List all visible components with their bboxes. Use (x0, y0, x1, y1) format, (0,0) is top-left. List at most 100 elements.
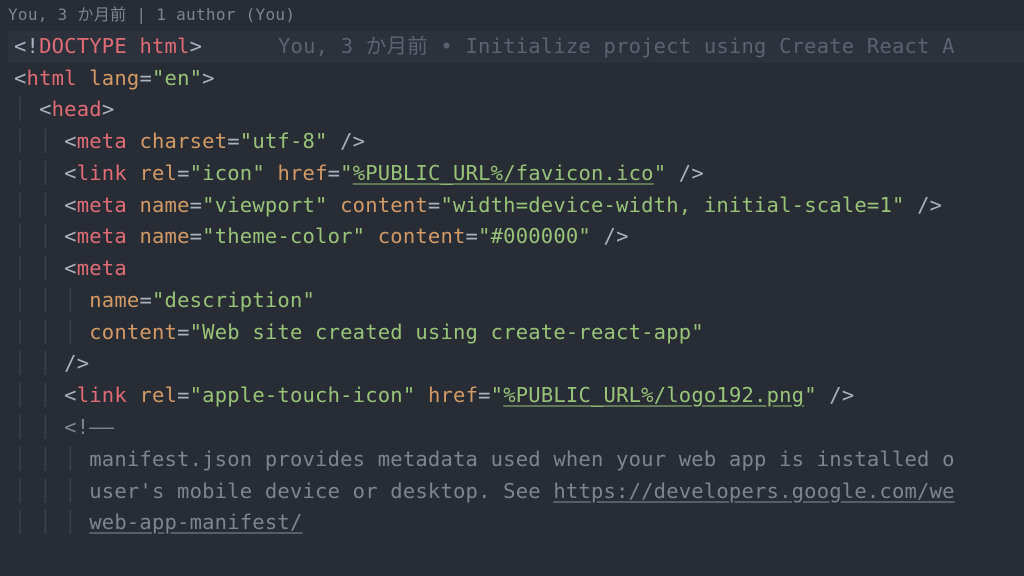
attr-value: "en" (152, 66, 202, 90)
code-line[interactable]: │ │ │ manifest.json provides metadata us… (8, 444, 1024, 476)
self-close: /> (817, 383, 855, 407)
indent-guide: │ │ (14, 161, 64, 185)
space (127, 161, 140, 185)
code-line[interactable]: │ │ <meta name="theme-color" content="#0… (8, 221, 1024, 253)
quote: " (491, 383, 504, 407)
tag-name: html (27, 66, 77, 90)
punct: < (64, 256, 77, 280)
space (415, 383, 428, 407)
tag-name: html (139, 34, 189, 58)
punct: > (102, 97, 115, 121)
eq: = (177, 383, 190, 407)
tag-name: link (77, 383, 127, 407)
space (77, 66, 90, 90)
code-line[interactable]: │ │ /> (8, 348, 1024, 380)
self-close: /> (666, 161, 704, 185)
code-line[interactable]: │ │ │ name="description" (8, 285, 1024, 317)
code-line[interactable]: │ │ │ content="Web site created using cr… (8, 317, 1024, 349)
indent-guide: │ │ │ (14, 288, 89, 312)
code-line[interactable]: │ │ <!—— (8, 412, 1024, 444)
eq: = (177, 161, 190, 185)
indent-guide: │ │ │ (14, 479, 89, 503)
punct: <! (14, 34, 39, 58)
attr-name: lang (89, 66, 139, 90)
tag-name: meta (77, 224, 127, 248)
quote: " (340, 161, 353, 185)
code-line[interactable]: │ │ <link rel="icon" href="%PUBLIC_URL%/… (8, 158, 1024, 190)
punct: > (190, 34, 203, 58)
indent-guide: │ (14, 97, 39, 121)
attr-name: content (378, 224, 466, 248)
comment-text: user's mobile device or desktop. See (89, 479, 553, 503)
space (127, 129, 140, 153)
code-line[interactable]: │ │ <meta name="viewport" content="width… (8, 190, 1024, 222)
git-blame-inline: You, 3 か月前 • Initialize project using Cr… (278, 31, 955, 63)
space (328, 193, 341, 217)
self-close: /> (591, 224, 629, 248)
url-value[interactable]: %PUBLIC_URL%/favicon.ico (353, 161, 654, 185)
comment-text: manifest.json provides metadata used whe… (89, 447, 954, 471)
indent-guide: │ │ (14, 129, 64, 153)
tag-name: head (52, 97, 102, 121)
attr-value: "Web site created using create-react-app… (190, 320, 704, 344)
comment-url[interactable]: https://developers.google.com/we (553, 479, 954, 503)
attr-name: charset (139, 129, 227, 153)
space (265, 161, 278, 185)
eq: = (466, 224, 479, 248)
code-line[interactable]: │ │ │ user's mobile device or desktop. S… (8, 476, 1024, 508)
attr-value: "viewport" (202, 193, 327, 217)
indent-guide: │ │ (14, 256, 64, 280)
attr-value: "#000000" (478, 224, 591, 248)
indent-guide: │ │ (14, 224, 64, 248)
code-line[interactable]: │ │ <meta (8, 253, 1024, 285)
code-line[interactable]: │ │ <meta charset="utf-8" /> (8, 126, 1024, 158)
tag-name: link (77, 161, 127, 185)
eq: = (139, 288, 152, 312)
doctype-keyword: DOCTYPE (39, 34, 127, 58)
self-close: /> (905, 193, 943, 217)
attr-name: rel (139, 161, 177, 185)
punct: < (64, 129, 77, 153)
eq: = (190, 224, 203, 248)
indent-guide: │ │ (14, 193, 64, 217)
space (127, 193, 140, 217)
code-line[interactable]: │ <head> (8, 94, 1024, 126)
attr-name: name (139, 224, 189, 248)
tag-name: meta (77, 193, 127, 217)
punct: < (39, 97, 52, 121)
indent-guide: │ │ (14, 351, 64, 375)
code-line[interactable]: <html lang="en"> (8, 63, 1024, 95)
eq: = (227, 129, 240, 153)
attr-name: content (89, 320, 177, 344)
punct: < (14, 66, 27, 90)
self-close: /> (328, 129, 366, 153)
punct: < (64, 224, 77, 248)
quote: " (654, 161, 667, 185)
tag-name: meta (77, 256, 127, 280)
attr-value: "width=device-width, initial-scale=1" (440, 193, 904, 217)
attr-name: rel (139, 383, 177, 407)
eq: = (139, 66, 152, 90)
indent-guide: │ │ │ (14, 320, 89, 344)
attr-name: name (139, 193, 189, 217)
indent-guide: │ │ (14, 415, 64, 439)
comment-url[interactable]: web-app-manifest/ (89, 510, 302, 534)
attr-value: "theme-color" (202, 224, 365, 248)
space (127, 224, 140, 248)
attr-name: href (277, 161, 327, 185)
git-blame-summary: You, 3 か月前 | 1 author (You) (0, 0, 1024, 31)
code-line[interactable]: │ │ │ web-app-manifest/ (8, 507, 1024, 539)
code-line[interactable]: │ │ <link rel="apple-touch-icon" href="%… (8, 380, 1024, 412)
eq: = (478, 383, 491, 407)
attr-name: name (89, 288, 139, 312)
quote: " (804, 383, 817, 407)
code-line[interactable]: <!DOCTYPE html> You, 3 か月前 • Initialize p… (8, 31, 1024, 63)
url-value[interactable]: %PUBLIC_URL%/logo192.png (503, 383, 804, 407)
indent-guide: │ │ (14, 383, 64, 407)
code-editor[interactable]: <!DOCTYPE html>You, 3 か月前 • Initialize p… (0, 31, 1024, 539)
indent-guide: │ │ │ (14, 510, 89, 534)
attr-name: href (428, 383, 478, 407)
eq: = (428, 193, 441, 217)
space (127, 34, 140, 58)
punct: < (64, 193, 77, 217)
